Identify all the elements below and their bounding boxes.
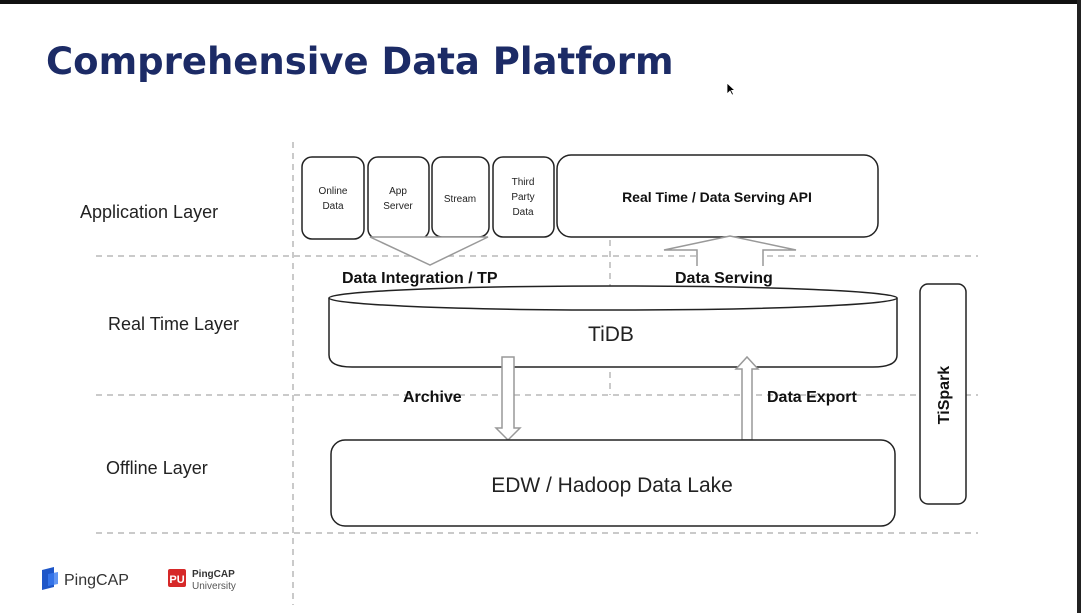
third-party-line1: Third — [512, 177, 535, 188]
source-app-server — [367, 156, 430, 240]
integration-label: Data Integration / TP — [342, 270, 498, 287]
integration-arrow — [369, 236, 489, 266]
pingcap-logo-text: PingCAP — [64, 572, 129, 589]
application-layer-label: Application Layer — [80, 202, 218, 222]
app-server-line2: Server — [383, 201, 413, 212]
export-arrow — [734, 355, 760, 441]
serving-label: Data Serving — [675, 270, 773, 287]
stream-label: Stream — [444, 194, 476, 205]
online-data-line1: Online — [319, 186, 348, 197]
architecture-diagram: Application Layer Real Time Layer Offlin… — [80, 142, 978, 605]
online-data-line2: Data — [322, 201, 344, 212]
third-party-line3: Data — [512, 207, 534, 218]
realtime-layer-label: Real Time Layer — [108, 314, 239, 334]
app-server-line1: App — [389, 186, 407, 197]
source-online-data — [301, 156, 365, 240]
serving-arrow — [663, 235, 797, 266]
mouse-cursor-icon — [726, 82, 736, 96]
university-logo-line2: University — [192, 581, 236, 592]
university-logo-line1: PingCAP — [192, 569, 235, 580]
edw-label: EDW / Hadoop Data Lake — [491, 474, 733, 497]
archive-label: Archive — [403, 389, 462, 406]
third-party-line2: Party — [511, 192, 534, 203]
tispark-label: TiSpark — [936, 366, 953, 425]
pingcap-logo: PingCAP — [40, 566, 170, 597]
offline-layer-label: Offline Layer — [106, 458, 208, 478]
api-box-label: Real Time / Data Serving API — [622, 189, 812, 205]
tidb-label: TiDB — [588, 323, 634, 346]
svg-text:PU: PU — [169, 574, 184, 586]
export-label: Data Export — [767, 389, 857, 406]
archive-arrow — [494, 356, 522, 442]
pingcap-university-logo: PU PingCAP University — [168, 565, 258, 600]
